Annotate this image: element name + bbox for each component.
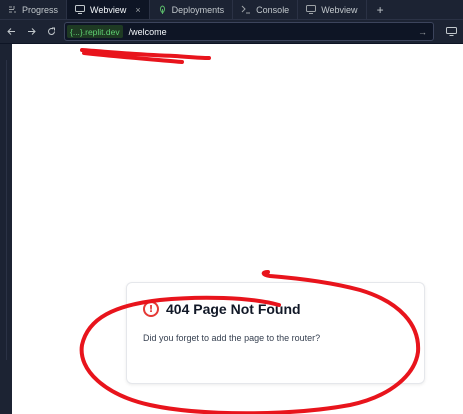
arrow-left-icon — [6, 28, 15, 35]
tab-bar: Progress Webview × Deployments Console W… — [0, 0, 463, 20]
devtools-icon — [445, 27, 457, 36]
reload-icon — [47, 27, 55, 35]
forward-button[interactable] — [22, 23, 40, 41]
tab-label: Deployments — [171, 4, 225, 15]
card-header: ! 404 Page Not Found — [143, 301, 301, 317]
add-tab-button[interactable]: + — [367, 0, 394, 19]
error-title: 404 Page Not Found — [166, 301, 301, 317]
tab-label: Webview — [90, 4, 127, 15]
progress-icon — [8, 5, 17, 14]
deployments-icon — [158, 4, 167, 15]
divider — [6, 60, 7, 360]
domain-badge[interactable]: {...}.replit.dev — [67, 25, 123, 38]
close-icon[interactable]: × — [135, 5, 140, 15]
monitor-icon — [75, 5, 86, 14]
not-found-card: ! 404 Page Not Found Did you forget to a… — [126, 282, 425, 384]
tab-label: Console — [256, 4, 290, 15]
url-field[interactable]: {...}.replit.dev /welcome → — [64, 22, 434, 41]
tab-webview[interactable]: Webview × — [67, 0, 150, 19]
error-message: Did you forget to add the page to the ro… — [143, 333, 321, 343]
monitor-icon — [306, 5, 317, 14]
tab-label: Webview — [321, 4, 358, 15]
back-button[interactable] — [2, 23, 20, 41]
address-bar: {...}.replit.dev /welcome → — [0, 20, 463, 43]
arrow-right-icon — [27, 28, 36, 35]
tab-progress[interactable]: Progress — [0, 0, 68, 19]
alert-circle-icon: ! — [143, 301, 159, 317]
go-arrow-icon[interactable]: → — [418, 27, 427, 37]
terminal-icon — [241, 5, 251, 14]
reload-button[interactable] — [42, 23, 60, 41]
devtools-button[interactable] — [442, 23, 460, 41]
url-path[interactable]: /welcome — [129, 27, 167, 37]
tab-console[interactable]: Console — [233, 0, 299, 19]
tab-label: Progress — [22, 4, 59, 15]
tab-webview-2[interactable]: Webview — [298, 0, 367, 19]
tab-deployments[interactable]: Deployments — [150, 0, 234, 19]
